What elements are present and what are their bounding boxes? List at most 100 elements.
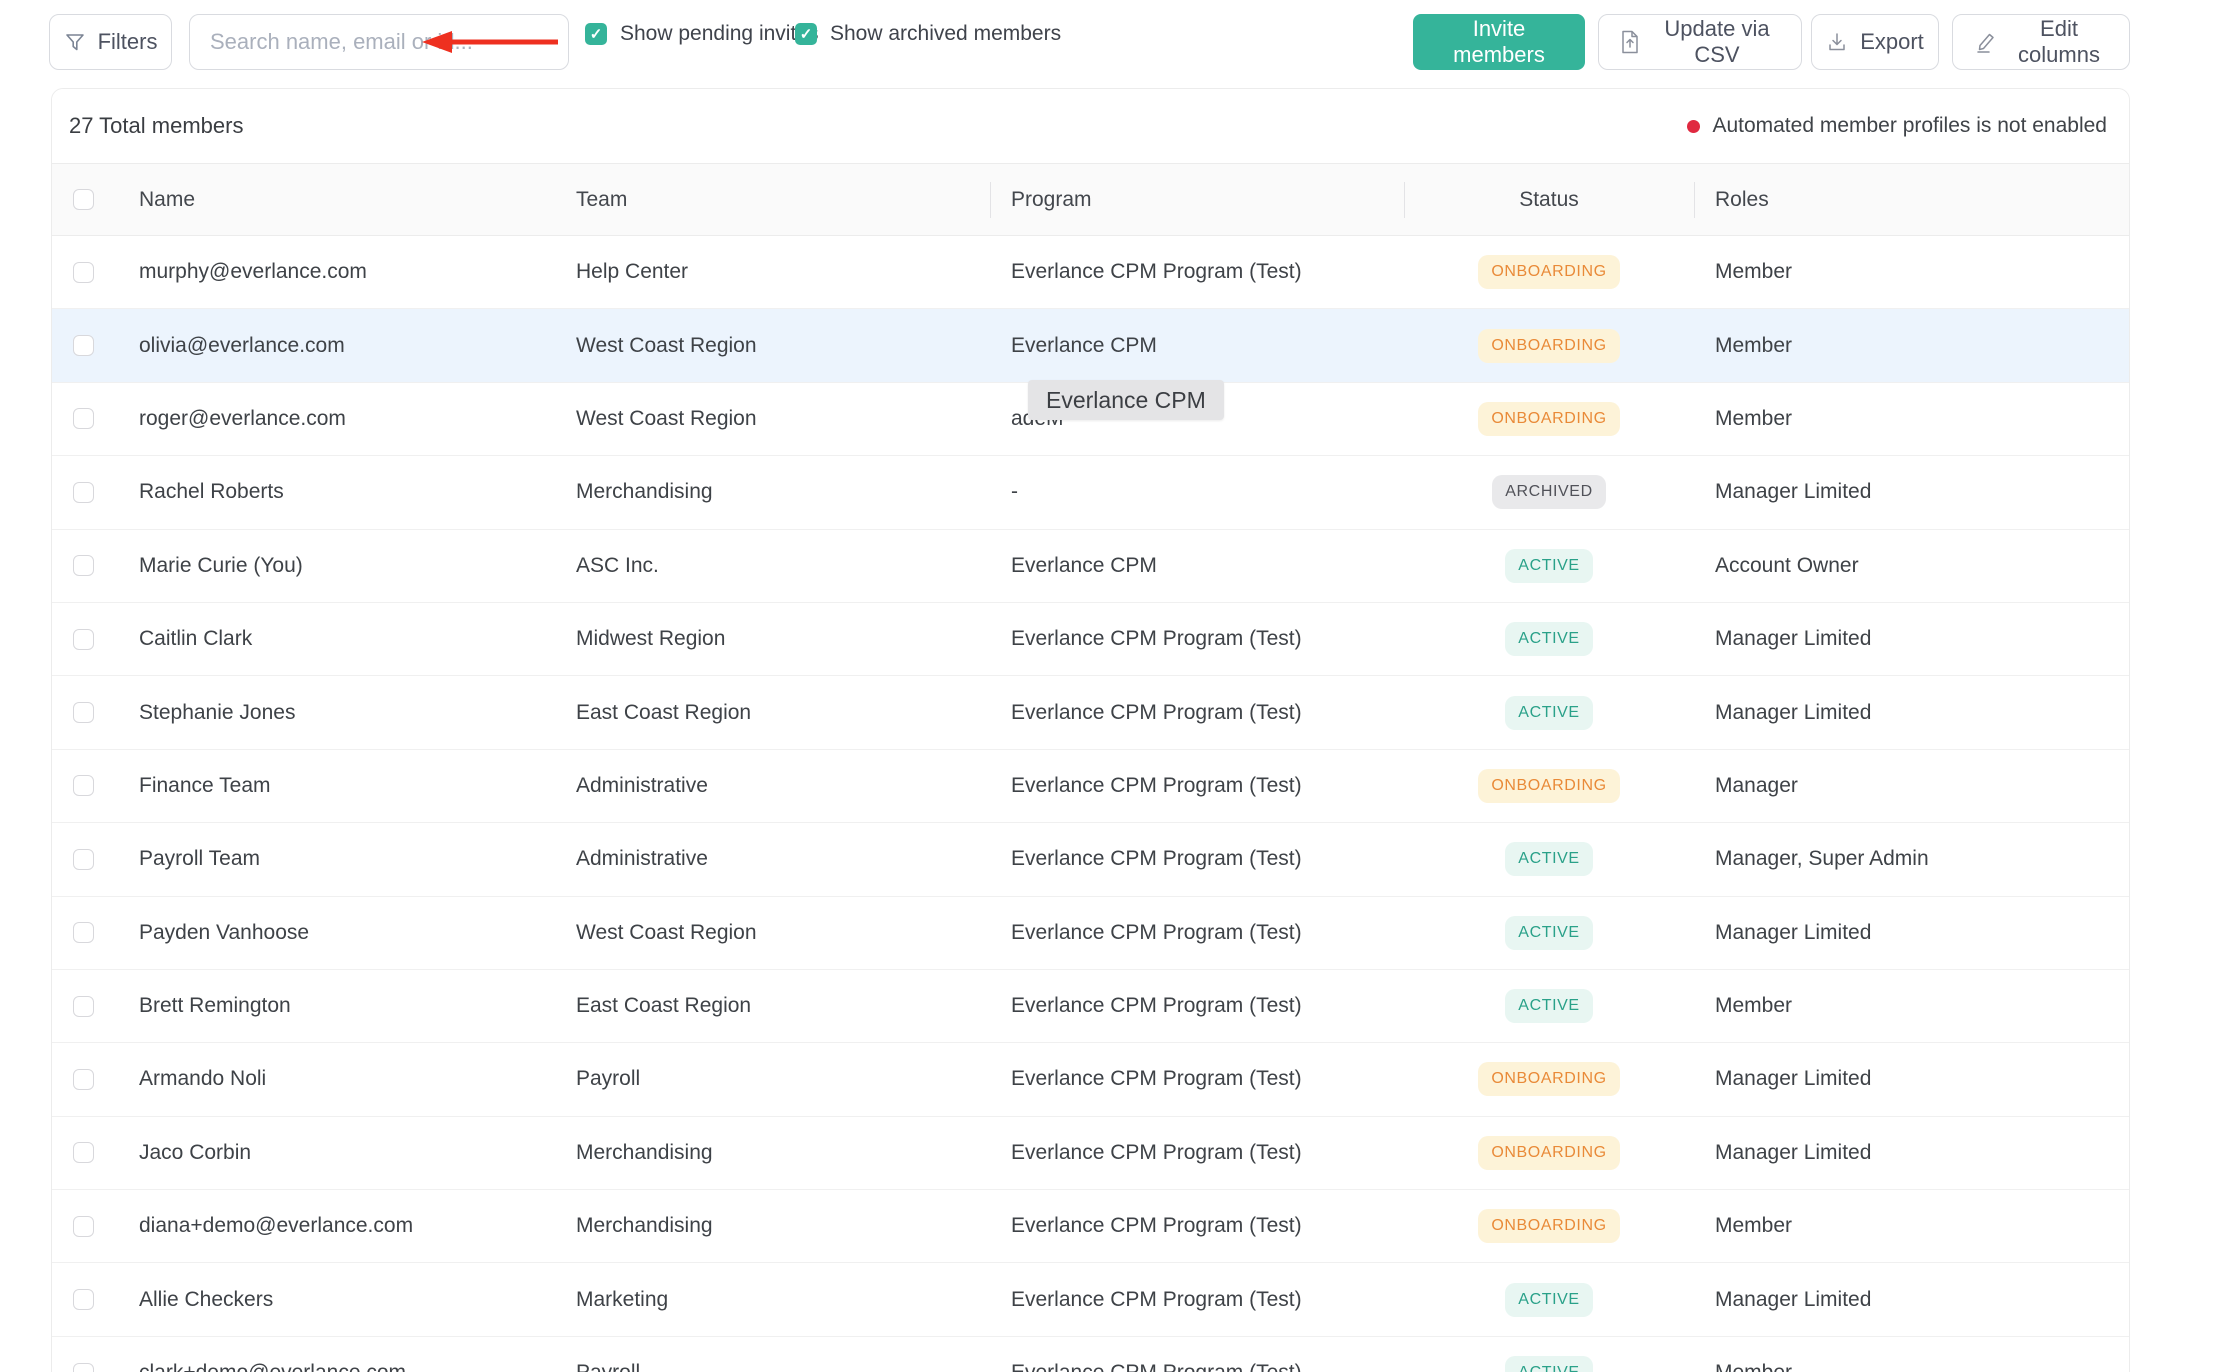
column-header-status[interactable]: Status — [1404, 164, 1694, 235]
column-header-roles[interactable]: Roles — [1694, 164, 2129, 235]
edit-columns-button[interactable]: Edit columns — [1952, 14, 2130, 70]
column-header-name[interactable]: Name — [123, 164, 561, 235]
total-members-count: 27 Total members — [69, 113, 243, 139]
table-row[interactable]: Brett Remington East Coast Region Everla… — [52, 970, 2129, 1043]
table-row[interactable]: Caitlin Clark Midwest Region Everlance C… — [52, 603, 2129, 676]
select-all-checkbox[interactable] — [73, 189, 94, 210]
member-name: olivia@everlance.com — [123, 334, 561, 358]
search-input[interactable] — [189, 14, 569, 70]
row-checkbox[interactable] — [73, 1363, 94, 1372]
member-name: Finance Team — [123, 774, 561, 798]
row-checkbox[interactable] — [73, 922, 94, 943]
member-program: Everlance CPM Program (Test) — [990, 1288, 1404, 1312]
member-name: Payroll Team — [123, 847, 561, 871]
row-checkbox[interactable] — [73, 1069, 94, 1090]
member-team: ASC Inc. — [561, 554, 990, 578]
member-team: East Coast Region — [561, 701, 990, 725]
members-page: Filters ✓ Show pending invites ✓ Show ar… — [0, 0, 2214, 1372]
show-pending-invites-checkbox[interactable]: ✓ Show pending invites — [585, 22, 818, 46]
status-badge: ACTIVE — [1505, 622, 1592, 656]
member-roles: Manager Limited — [1694, 1141, 2129, 1165]
table-row[interactable]: diana+demo@everlance.com Merchandising E… — [52, 1190, 2129, 1263]
table-row[interactable]: Payden Vanhoose West Coast Region Everla… — [52, 897, 2129, 970]
table-row[interactable]: Marie Curie (You) ASC Inc. Everlance CPM… — [52, 530, 2129, 603]
table-row[interactable]: Finance Team Administrative Everlance CP… — [52, 750, 2129, 823]
member-name: Allie Checkers — [123, 1288, 561, 1312]
status-badge: ONBOARDING — [1478, 1209, 1619, 1243]
edit-columns-label: Edit columns — [2009, 16, 2109, 68]
member-program: Everlance CPM Program (Test) — [990, 847, 1404, 871]
member-team: East Coast Region — [561, 994, 990, 1018]
row-checkbox[interactable] — [73, 408, 94, 429]
row-checkbox[interactable] — [73, 1216, 94, 1237]
table-row[interactable]: Rachel Roberts Merchandising - ARCHIVED … — [52, 456, 2129, 529]
row-checkbox[interactable] — [73, 849, 94, 870]
column-header-row: Name Team Program Status Roles — [52, 164, 2129, 236]
member-team: Administrative — [561, 847, 990, 871]
row-checkbox[interactable] — [73, 262, 94, 283]
member-program: Everlance CPM Program (Test) — [990, 1214, 1404, 1238]
table-row[interactable]: murphy@everlance.com Help Center Everlan… — [52, 236, 2129, 309]
member-roles: Manager Limited — [1694, 480, 2129, 504]
row-checkbox[interactable] — [73, 702, 94, 723]
member-team: West Coast Region — [561, 921, 990, 945]
member-team: Merchandising — [561, 1141, 990, 1165]
member-roles: Manager Limited — [1694, 1288, 2129, 1312]
member-program: Everlance CPM Program (Test) — [990, 774, 1404, 798]
table-row[interactable]: olivia@everlance.com West Coast Region E… — [52, 309, 2129, 382]
member-name: roger@everlance.com — [123, 407, 561, 431]
show-archived-members-checkbox[interactable]: ✓ Show archived members — [795, 22, 1061, 46]
row-checkbox[interactable] — [73, 1142, 94, 1163]
member-program: Everlance CPM Program (Test) — [990, 701, 1404, 725]
row-checkbox[interactable] — [73, 996, 94, 1017]
table-row[interactable]: Armando Noli Payroll Everlance CPM Progr… — [52, 1043, 2129, 1116]
status-badge: ACTIVE — [1505, 696, 1592, 730]
show-pending-invites-label: Show pending invites — [620, 22, 818, 46]
member-program: - — [990, 480, 1404, 504]
row-checkbox[interactable] — [73, 482, 94, 503]
update-via-csv-button[interactable]: Update via CSV — [1598, 14, 1802, 70]
member-program: Everlance CPM Program (Test) — [990, 627, 1404, 651]
row-checkbox[interactable] — [73, 629, 94, 650]
member-roles: Manager, Super Admin — [1694, 847, 2129, 871]
status-badge: ONBOARDING — [1478, 255, 1619, 289]
row-checkbox[interactable] — [73, 775, 94, 796]
member-program: Everlance CPM Program (Test) — [990, 260, 1404, 284]
export-button[interactable]: Export — [1811, 14, 1939, 70]
table-row[interactable]: Stephanie Jones East Coast Region Everla… — [52, 676, 2129, 749]
status-badge: ACTIVE — [1505, 549, 1592, 583]
status-badge: ACTIVE — [1505, 842, 1592, 876]
members-table-card: 27 Total members Automated member profil… — [51, 88, 2130, 1372]
invite-members-button[interactable]: Invite members — [1413, 14, 1585, 70]
member-roles: Member — [1694, 994, 2129, 1018]
member-roles: Member — [1694, 260, 2129, 284]
member-program: Everlance CPM Program (Test) — [990, 994, 1404, 1018]
checkbox-checked-icon[interactable]: ✓ — [585, 23, 607, 45]
member-team: Marketing — [561, 1288, 990, 1312]
table-row[interactable]: Payroll Team Administrative Everlance CP… — [52, 823, 2129, 896]
notice-text: Automated member profiles is not enabled — [1712, 114, 2107, 138]
row-checkbox[interactable] — [73, 335, 94, 356]
member-name: Rachel Roberts — [123, 480, 561, 504]
table-row[interactable]: clark+demo@everlance.com Payroll Everlan… — [52, 1337, 2129, 1372]
member-name: Brett Remington — [123, 994, 561, 1018]
member-program: Everlance CPM — [990, 554, 1404, 578]
row-checkbox[interactable] — [73, 555, 94, 576]
checkbox-checked-icon[interactable]: ✓ — [795, 23, 817, 45]
row-checkbox[interactable] — [73, 1289, 94, 1310]
column-header-team[interactable]: Team — [561, 164, 990, 235]
status-badge: ONBOARDING — [1478, 769, 1619, 803]
program-tooltip: Everlance CPM — [1028, 380, 1224, 420]
column-header-program[interactable]: Program — [990, 164, 1404, 235]
table-row[interactable]: Allie Checkers Marketing Everlance CPM P… — [52, 1263, 2129, 1336]
status-badge: ONBOARDING — [1478, 329, 1619, 363]
automated-profiles-notice: Automated member profiles is not enabled — [1687, 114, 2107, 138]
filters-button[interactable]: Filters — [49, 14, 172, 70]
member-team: Payroll — [561, 1067, 990, 1091]
member-program: Everlance CPM Program (Test) — [990, 1141, 1404, 1165]
member-roles: Member — [1694, 1214, 2129, 1238]
member-program: Everlance CPM Program (Test) — [990, 1067, 1404, 1091]
member-roles: Manager Limited — [1694, 921, 2129, 945]
member-program: Everlance CPM Program (Test) — [990, 1361, 1404, 1372]
table-row[interactable]: Jaco Corbin Merchandising Everlance CPM … — [52, 1117, 2129, 1190]
